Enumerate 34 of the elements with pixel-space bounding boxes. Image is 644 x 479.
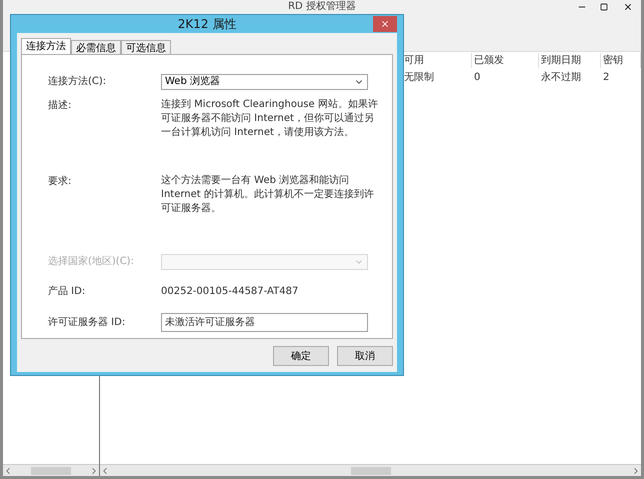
close-button[interactable]: [373, 16, 397, 32]
close-icon: [380, 19, 390, 29]
tab[interactable]: 必需信息: [71, 40, 121, 54]
column-header[interactable]: 到期日期: [539, 53, 601, 68]
product-id-value: 00252-00105-44587-AT487: [161, 285, 298, 300]
close-icon: [623, 2, 633, 12]
dropdown-value: Web 浏览器: [165, 74, 220, 89]
horizontal-scrollbar[interactable]: [100, 464, 641, 476]
table-cell-text: 无限制: [403, 70, 435, 84]
dialog-button[interactable]: 确定: [273, 346, 329, 366]
table-cell-text: 永不过期: [540, 70, 582, 84]
table-cell-text: 2: [602, 70, 610, 84]
field-label: 连接方法(C):: [48, 74, 108, 89]
scroll-thumb[interactable]: [350, 466, 390, 474]
horizontal-scrollbar[interactable]: [3, 464, 99, 476]
column-header[interactable]: 已颁发: [472, 53, 539, 68]
tab[interactable]: 可选信息: [121, 40, 171, 54]
dialog-title: 2K12 属性: [178, 16, 236, 33]
description-text: 连接到 Microsoft Clearinghouse 网站。如果许可证服务器不能访问 Internet，但你可以通过另一台计算机访问 Internet，请使用该方法。: [161, 98, 379, 140]
description-text: 这个方法需要一台有 Web 浏览器和能访问 Internet 的计算机。此计算机不一定要连接到许可证服务器。: [161, 174, 375, 216]
field-label: 选择国家(地区)(C):: [48, 254, 135, 270]
maximize-icon: [600, 3, 608, 11]
field-label: 描述:: [48, 98, 72, 114]
dialog-button[interactable]: 取消: [337, 346, 393, 366]
column-header[interactable]: 密钥: [601, 53, 641, 68]
scroll-thumb[interactable]: [31, 466, 71, 474]
tab[interactable]: 连接方法: [21, 38, 71, 54]
field-label: 要求:: [48, 174, 72, 189]
window-title: RD 授权管理器: [287, 0, 357, 13]
table-cell-text: 0: [473, 70, 482, 84]
field-label: 许可证服务器 ID:: [48, 316, 126, 330]
dropdown-field[interactable]: Web 浏览器: [161, 74, 368, 90]
input-field[interactable]: 未激活许可证服务器: [161, 312, 368, 332]
field-label: 产品 ID:: [48, 284, 86, 300]
